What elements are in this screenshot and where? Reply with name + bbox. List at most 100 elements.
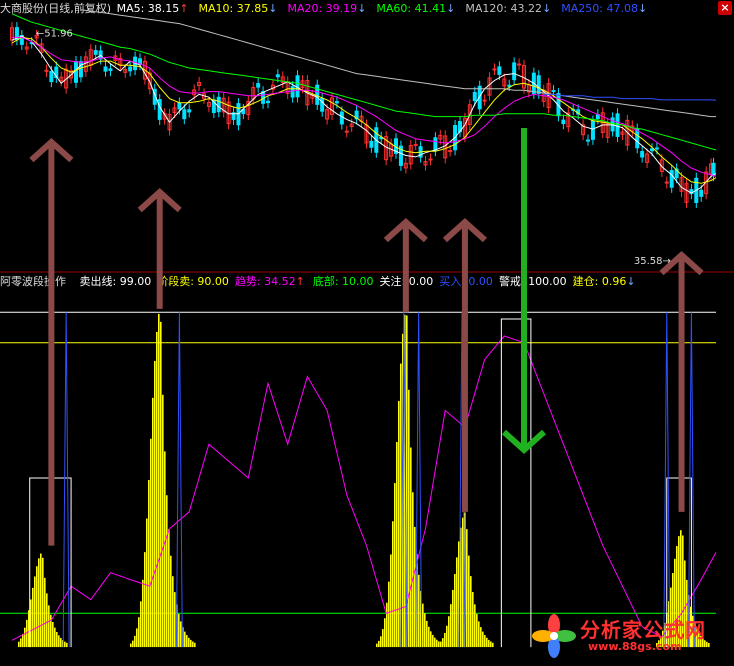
jiancang-bar bbox=[166, 495, 168, 648]
pinwheel-icon bbox=[532, 614, 576, 658]
candle-body bbox=[49, 70, 54, 83]
jiancang-bar bbox=[184, 631, 186, 648]
jiancang-bar bbox=[54, 627, 56, 648]
jiancang-bar bbox=[156, 331, 158, 648]
jiancang-bar bbox=[56, 631, 58, 648]
jiancang-bar bbox=[466, 529, 468, 648]
jiancang-bar bbox=[476, 613, 478, 648]
jiancang-bar bbox=[488, 639, 490, 648]
jiancang-bar bbox=[38, 558, 40, 648]
jiancang-bar bbox=[138, 617, 140, 648]
jiancang-bar bbox=[474, 604, 476, 648]
jiancang-bar bbox=[158, 313, 160, 648]
jiancang-bar bbox=[428, 626, 430, 648]
jiancang-bar bbox=[36, 566, 38, 648]
low-price-label: 35.58→ bbox=[634, 256, 671, 267]
candle-body bbox=[78, 61, 83, 78]
candle-body bbox=[699, 189, 704, 197]
jiancang-bar bbox=[424, 613, 426, 648]
jiancang-bar bbox=[486, 637, 488, 648]
jiancang-bar bbox=[186, 635, 188, 648]
candle-body bbox=[187, 109, 192, 113]
jiancang-bar bbox=[444, 632, 446, 648]
stock-chart[interactable]: ←51.96 35.58→ bbox=[0, 0, 734, 666]
jiancang-bar bbox=[468, 555, 470, 648]
jiancang-bar bbox=[472, 592, 474, 648]
candle-body bbox=[590, 120, 595, 140]
jiancang-bar bbox=[180, 621, 182, 648]
candle-body bbox=[610, 117, 615, 132]
jiancang-bar bbox=[172, 576, 174, 648]
jiancang-bar bbox=[388, 581, 390, 648]
jiancang-bar bbox=[140, 601, 142, 648]
ma-line-ma60 bbox=[11, 13, 717, 151]
ma-line-ma250 bbox=[543, 93, 717, 101]
jiancang-bar bbox=[30, 599, 32, 648]
jiancang-bar bbox=[430, 631, 432, 648]
candle-body bbox=[482, 99, 487, 102]
jiancang-bar bbox=[22, 633, 24, 648]
candle-body bbox=[339, 111, 344, 125]
jiancang-bar bbox=[408, 389, 410, 648]
jiancang-bar bbox=[440, 641, 442, 648]
jiancang-bar bbox=[412, 492, 414, 648]
jiancang-bar bbox=[52, 622, 54, 648]
jiancang-bar bbox=[66, 642, 68, 648]
candle-body bbox=[492, 68, 497, 71]
jiancang-bar bbox=[490, 641, 492, 648]
jiancang-bar bbox=[454, 573, 456, 648]
jiancang-bar bbox=[380, 636, 382, 648]
jiancang-bar bbox=[32, 587, 34, 648]
candle-body bbox=[157, 99, 162, 120]
jiancang-bar bbox=[470, 576, 472, 648]
ma-line-ma20 bbox=[12, 36, 717, 177]
jiancang-bar bbox=[24, 627, 26, 648]
candle-body bbox=[654, 147, 659, 150]
candle-body bbox=[128, 66, 133, 72]
jiancang-bar bbox=[410, 447, 412, 648]
jiancang-bar bbox=[20, 638, 22, 648]
candle-body bbox=[334, 101, 339, 104]
jiancang-bar bbox=[480, 627, 482, 648]
candle-body bbox=[512, 62, 517, 81]
jiancang-bar bbox=[48, 605, 50, 648]
jiancang-bar bbox=[382, 629, 384, 648]
jiancang-bar bbox=[164, 451, 166, 648]
candle-body bbox=[216, 96, 221, 113]
jiancang-bar bbox=[396, 441, 398, 648]
candle-body bbox=[536, 75, 541, 94]
jiancang-bar bbox=[448, 616, 450, 648]
candle-body bbox=[369, 140, 374, 148]
candle-body bbox=[182, 109, 187, 120]
jiancang-bar bbox=[148, 480, 150, 648]
jiancang-bar bbox=[394, 483, 396, 648]
jiancang-bar bbox=[192, 641, 194, 648]
buy-spike bbox=[400, 312, 408, 648]
candle-body bbox=[517, 63, 522, 66]
jiancang-bar bbox=[398, 400, 400, 648]
jiancang-bar bbox=[168, 529, 170, 648]
candle-body bbox=[433, 137, 438, 152]
candle-body bbox=[615, 113, 620, 137]
candle-body bbox=[103, 66, 108, 72]
jiancang-bar bbox=[178, 613, 180, 648]
jiancang-bar bbox=[442, 638, 444, 648]
jiancang-bar bbox=[40, 553, 42, 648]
jiancang-bar bbox=[46, 593, 48, 648]
jiancang-bar bbox=[146, 518, 148, 648]
jiancang-bar bbox=[434, 637, 436, 648]
jiancang-bar bbox=[154, 360, 156, 648]
candle-body bbox=[472, 92, 477, 102]
jiancang-bar bbox=[34, 576, 36, 648]
jiancang-bar bbox=[60, 638, 62, 648]
trend-line bbox=[11, 335, 717, 641]
jiancang-bar bbox=[160, 321, 162, 648]
jiancang-bar bbox=[58, 635, 60, 648]
candle-body bbox=[640, 151, 645, 158]
jiancang-bar bbox=[136, 628, 138, 648]
jiancang-bar bbox=[144, 552, 146, 648]
candle-body bbox=[290, 86, 295, 98]
jiancang-bar bbox=[418, 574, 420, 648]
jiancang-bar bbox=[134, 635, 136, 648]
jiancang-bar bbox=[42, 557, 44, 648]
